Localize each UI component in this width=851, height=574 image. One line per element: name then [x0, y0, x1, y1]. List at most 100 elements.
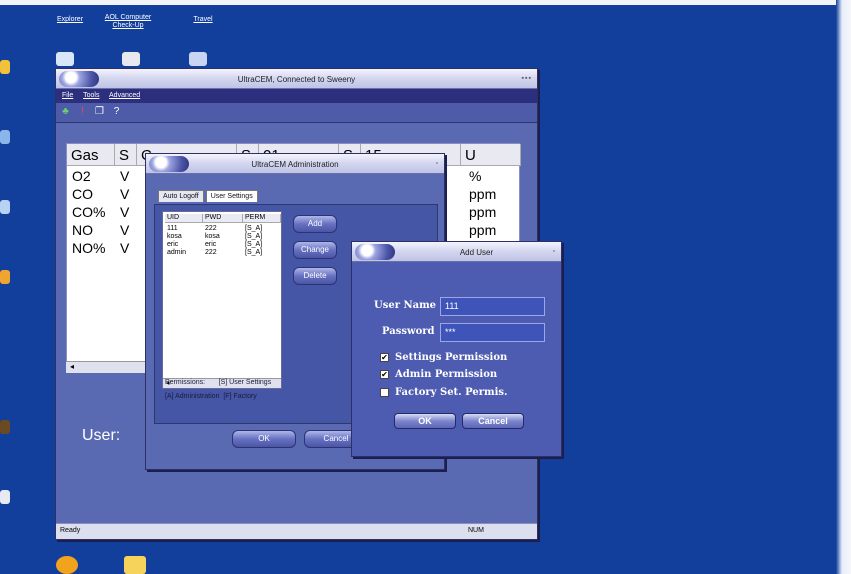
tab-auto-logoff[interactable]: Auto Logoff — [158, 190, 204, 202]
grid-s-1: V — [120, 186, 130, 202]
username-label: User Name — [374, 300, 437, 311]
user-uid: admin — [167, 249, 187, 256]
user-perm: [S_A] — [245, 249, 263, 256]
grid-unit-0: % — [469, 168, 482, 184]
list-header-uid[interactable]: UID — [165, 214, 203, 223]
user-perm: [S_A] — [245, 241, 263, 248]
window-controls-icon[interactable]: ▪▪▪ — [522, 75, 532, 82]
main-statusbar: Ready NUM — [56, 523, 537, 539]
admin-close-icon[interactable]: ▫ — [436, 160, 439, 167]
status-ready: Ready — [60, 527, 81, 534]
desktop-icon-travel[interactable]: Travel — [183, 16, 223, 24]
menu-file[interactable]: File — [62, 92, 73, 99]
password-label: Password — [382, 326, 435, 337]
user-perm: [S_A] — [245, 225, 263, 232]
add-user-title: Add User — [459, 248, 494, 257]
list-item[interactable]: kosa kosa [S_A] — [163, 233, 281, 241]
desktop-icon-left-1[interactable] — [0, 60, 10, 74]
password-field[interactable]: *** — [440, 323, 545, 342]
grid-header-u[interactable]: U — [461, 144, 521, 166]
delete-button[interactable]: Delete — [293, 267, 337, 285]
desktop-icon-aol-checkup[interactable]: AOL Computer Check-Up — [98, 14, 158, 30]
list-item[interactable]: admin 222 [S_A] — [163, 249, 281, 257]
user-list[interactable]: UID PWD PERM 111 222 [S_A] kosa kosa [S_… — [162, 211, 282, 389]
help-icon[interactable]: ? — [111, 106, 122, 118]
desktop-icon-mail[interactable] — [122, 52, 140, 66]
add-user-cancel-button[interactable]: Cancel — [462, 413, 524, 429]
grid-gas-1: CO — [72, 186, 93, 202]
main-titlebar[interactable]: UltraCEM, Connected to Sweeny ▪▪▪ — [56, 69, 537, 89]
change-button[interactable]: Change — [293, 241, 337, 259]
admin-permission-checkbox[interactable]: ✔ Admin Permission — [380, 369, 497, 380]
add-user-dialog: Add User ▫ User Name 111 Password *** ✔ … — [351, 241, 562, 457]
admin-ok-button[interactable]: OK — [232, 430, 296, 448]
admin-tabs: Auto Logoff User Settings — [158, 190, 258, 202]
grid-gas-2: CO% — [72, 204, 106, 220]
status-num: NUM — [468, 527, 484, 534]
grid-header-gas[interactable]: Gas — [67, 144, 115, 166]
list-item[interactable]: eric eric [S_A] — [163, 241, 281, 249]
grid-header-s1[interactable]: S — [115, 144, 137, 166]
permissions-legend-line2: [A] Administration [F] Factory — [165, 393, 257, 400]
desktop-icon-orange[interactable] — [56, 556, 78, 574]
list-header-perm[interactable]: PERM — [243, 214, 281, 223]
connect-icon[interactable]: ♣ — [60, 106, 71, 118]
user-pwd: 222 — [205, 249, 217, 256]
desktop-icon-help[interactable] — [189, 52, 207, 66]
desktop-icon-left-4[interactable] — [0, 270, 10, 284]
settings-permission-check-icon[interactable]: ✔ — [380, 353, 389, 362]
factory-permission-label: Factory Set. Permis. — [395, 387, 508, 398]
settings-permission-checkbox[interactable]: ✔ Settings Permission — [380, 352, 507, 363]
factory-permission-check-icon[interactable] — [380, 388, 389, 397]
grid-gas-3: NO — [72, 222, 93, 238]
user-label: User: — [82, 427, 121, 444]
list-item[interactable]: 111 222 [S_A] — [163, 225, 281, 233]
permissions-legend-line1: Permissions: [S] User Settings — [165, 379, 272, 386]
main-toolbar: ♣ ! ❐ ? — [56, 103, 537, 123]
user-uid: 111 — [167, 225, 178, 232]
desktop-icon-left-6[interactable] — [0, 490, 10, 504]
desktop-icon-left-5[interactable] — [0, 420, 10, 434]
user-pwd: 222 — [205, 225, 217, 232]
admin-permission-label: Admin Permission — [395, 369, 498, 380]
admin-titlebar[interactable]: UltraCEM Administration ▫ — [146, 154, 444, 174]
admin-dialog-title: UltraCEM Administration — [251, 160, 339, 169]
desktop-icon-explorer[interactable]: Explorer — [50, 16, 90, 24]
desktop-top-strip — [0, 0, 851, 5]
grid-gas-0: O2 — [72, 168, 91, 184]
grid-unit-3: ppm — [469, 222, 497, 238]
settings-permission-label: Settings Permission — [395, 352, 508, 363]
add-user-close-icon[interactable]: ▫ — [553, 248, 556, 255]
grid-unit-1: ppm — [469, 186, 497, 202]
grid-horizontal-scrollbar[interactable]: ◂ — [66, 361, 146, 373]
user-pwd: kosa — [205, 233, 220, 240]
main-window-title: UltraCEM, Connected to Sweeny — [237, 75, 356, 84]
grid-gas-4: NO% — [72, 240, 106, 256]
desktop-icon-left-3[interactable] — [0, 200, 10, 214]
desktop-icon-left-2[interactable] — [0, 130, 10, 144]
user-uid: eric — [167, 241, 179, 248]
username-field[interactable]: 111 — [440, 297, 545, 316]
admin-permission-check-icon[interactable]: ✔ — [380, 370, 389, 379]
window-icon[interactable]: ❐ — [94, 106, 105, 118]
user-perm: [S_A] — [245, 233, 263, 240]
add-button[interactable]: Add — [293, 215, 337, 233]
user-pwd: eric — [205, 241, 217, 248]
main-menubar: File Tools Advanced — [56, 89, 537, 103]
factory-permission-checkbox[interactable]: Factory Set. Permis. — [380, 387, 508, 398]
desktop-icon-globe[interactable] — [56, 52, 74, 66]
alert-icon[interactable]: ! — [77, 106, 88, 118]
desktop-right-edge — [836, 0, 851, 574]
add-user-titlebar[interactable]: Add User ▫ — [352, 242, 561, 262]
menu-tools[interactable]: Tools — [83, 92, 99, 99]
menu-advanced[interactable]: Advanced — [109, 92, 140, 99]
grid-unit-2: ppm — [469, 204, 497, 220]
grid-s-3: V — [120, 222, 130, 238]
grid-s-2: V — [120, 204, 130, 220]
list-header-pwd[interactable]: PWD — [203, 214, 243, 223]
tab-user-settings[interactable]: User Settings — [205, 190, 258, 202]
add-user-ok-button[interactable]: OK — [394, 413, 456, 429]
grid-s-0: V — [120, 168, 130, 184]
desktop-icon-folder[interactable] — [124, 556, 146, 574]
grid-s-4: V — [120, 240, 130, 256]
